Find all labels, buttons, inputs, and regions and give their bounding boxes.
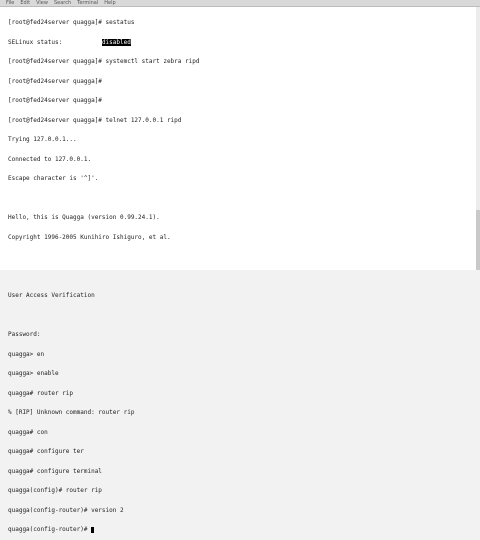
- terminal-line: Hello, this is Quagga (version 0.99.24.1…: [8, 214, 160, 221]
- terminal-prompt-line[interactable]: quagga(config-router)#: [8, 526, 472, 534]
- terminal-line: quagga> enable: [8, 370, 59, 377]
- selinux-label: SELinux status:: [8, 38, 63, 46]
- terminal-line: quagga# router rip: [8, 389, 74, 397]
- vertical-scrollbar[interactable]: [476, 7, 480, 270]
- terminal-line: % [RIP] Unknown command: router rip: [8, 409, 135, 416]
- menu-edit[interactable]: Edit: [20, 0, 30, 6]
- terminal-line: [root@fed24server quagga]#: [8, 97, 102, 104]
- menu-terminal[interactable]: Terminal: [77, 0, 98, 6]
- cursor-block: [91, 527, 95, 533]
- terminal-line: quagga(config-router)# version 2: [8, 506, 124, 514]
- terminal-line: [root@fed24server quagga]# telnet 127.0.…: [8, 116, 182, 124]
- terminal-line: quagga# configure terminal: [8, 467, 102, 475]
- terminal-menubar: File Edit View Search Terminal Help: [0, 0, 480, 7]
- menu-help[interactable]: Help: [104, 0, 115, 6]
- terminal-output[interactable]: [root@fed24server quagga]# sestatus SELi…: [8, 7, 472, 533]
- terminal-line: quagga# con: [8, 428, 48, 436]
- terminal-line: Escape character is '^]'.: [8, 175, 99, 182]
- selinux-status-value: disabled: [101, 38, 131, 46]
- terminal-line: User Access Verification: [8, 292, 95, 299]
- menu-search[interactable]: Search: [54, 0, 71, 6]
- menu-file[interactable]: File: [6, 0, 14, 6]
- terminal-line: Trying 127.0.0.1...: [8, 136, 77, 143]
- terminal-line: [root@fed24server quagga]# systemctl sta…: [8, 58, 200, 65]
- scrollbar-thumb[interactable]: [476, 210, 480, 270]
- terminal-line: quagga(config)# router rip: [8, 487, 102, 494]
- current-prompt: quagga(config-router)#: [8, 526, 92, 533]
- selinux-pad: [62, 39, 102, 46]
- terminal-line-selinux: SELinux status: disabled: [8, 38, 472, 47]
- terminal-line: [root@fed24server quagga]# sestatus: [8, 19, 135, 26]
- terminal-line: quagga> en: [8, 350, 45, 358]
- terminal-line: Password:: [8, 331, 41, 338]
- terminal-line: quagga# configure ter: [8, 448, 84, 455]
- menu-view[interactable]: View: [36, 0, 48, 6]
- terminal-window: File Edit View Search Terminal Help [roo…: [0, 0, 480, 533]
- terminal-line: Copyright 1996-2005 Kunihiro Ishiguro, e…: [8, 233, 171, 241]
- terminal-line: Connected to 127.0.0.1.: [8, 155, 92, 163]
- terminal-line: [root@fed24server quagga]#: [8, 77, 102, 85]
